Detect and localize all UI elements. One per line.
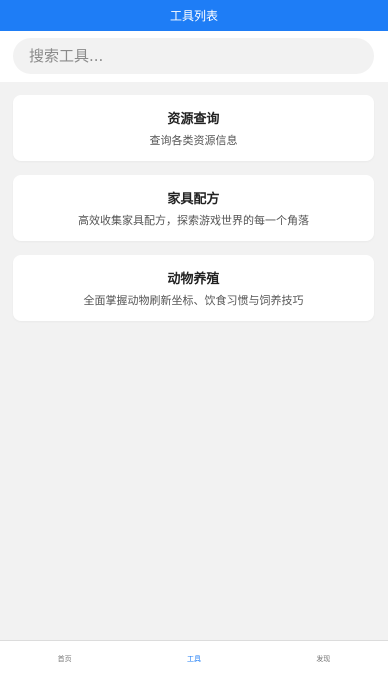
search-bar	[0, 31, 388, 82]
tool-card-description: 高效收集家具配方，探索游戏世界的每一个角落	[78, 214, 309, 227]
tool-list: 资源查询 查询各类资源信息 家具配方 高效收集家具配方，探索游戏世界的每一个角落…	[13, 95, 374, 335]
nav-item-home[interactable]: 首页	[0, 641, 129, 676]
tool-card-animal-breeding[interactable]: 动物养殖 全面掌握动物刷新坐标、饮食习惯与饲养技巧	[13, 255, 374, 321]
tool-card-description: 查询各类资源信息	[149, 134, 238, 147]
tool-card-description: 全面掌握动物刷新坐标、饮食习惯与饲养技巧	[83, 294, 304, 307]
tool-card-resource-query[interactable]: 资源查询 查询各类资源信息	[13, 95, 374, 161]
nav-item-discover[interactable]: 发现	[259, 641, 388, 676]
nav-item-tools[interactable]: 工具	[129, 641, 258, 676]
tool-card-title: 家具配方	[167, 192, 220, 207]
search-input[interactable]	[13, 38, 374, 74]
tool-card-title: 资源查询	[167, 112, 220, 127]
top-bar: 工具列表	[0, 0, 388, 31]
tool-card-title: 动物养殖	[167, 272, 220, 287]
app-root: 工具列表 资源查询 查询各类资源信息 家具配方 高效收集家具配方，探索游戏世界的…	[0, 0, 388, 676]
bottom-nav: 首页 工具 发现	[0, 640, 388, 676]
page-title: 工具列表	[169, 9, 218, 23]
tool-card-furniture-recipes[interactable]: 家具配方 高效收集家具配方，探索游戏世界的每一个角落	[13, 175, 374, 241]
